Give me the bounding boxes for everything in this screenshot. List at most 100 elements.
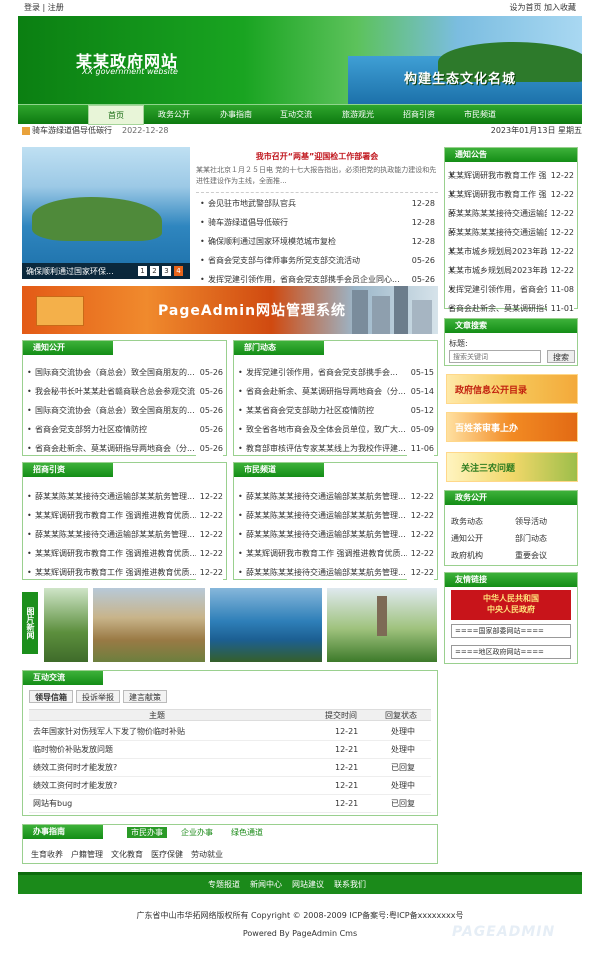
list-item[interactable]: 发挥党建引领作用，省商会党...11-08: [445, 280, 577, 299]
region-select[interactable]: ====地区政府网站====: [451, 645, 571, 659]
search-input[interactable]: [449, 350, 541, 363]
gov-link[interactable]: 领导活动: [515, 513, 547, 530]
tab-complaint[interactable]: 投诉举报: [76, 690, 120, 703]
ministry-select[interactable]: ====国家部委网站====: [451, 624, 571, 638]
list-item[interactable]: 教育部审核评估专家某某线上为我校作评建...11-06: [234, 439, 437, 458]
list-item[interactable]: 我会秘书长叶某某赴省赣商联合总会参观交流05-26: [23, 382, 226, 401]
service-item[interactable]: 户籍管理: [71, 850, 103, 859]
list-item[interactable]: 确保顺利通过国家环境模范城市复检12-28: [196, 232, 438, 251]
nav-item-gov-open[interactable]: 政务公开: [146, 105, 202, 125]
table-row[interactable]: 绩效工资何时才能发放? 12-21 已回复: [29, 759, 431, 777]
nav-item-home[interactable]: 首页: [88, 105, 144, 125]
service-item[interactable]: 生育收养: [31, 850, 63, 859]
list-item[interactable]: 国际商交流协会（商总会）致全国商朋友的...05-26: [23, 401, 226, 420]
login-link[interactable]: 登录: [24, 3, 40, 12]
panel-gov-affairs: 政务公开 政务动态 领导活动 通知公开 部门动态 政府机构 重要会议: [444, 490, 578, 566]
list-item[interactable]: 某某市城乡规划局2023年政府...12-22: [445, 261, 577, 280]
tab-green-channel[interactable]: 绿色通道: [231, 827, 263, 838]
table-row[interactable]: 去年国家针对伤残军人下发了物价临时补贴 12-21 处理中: [29, 723, 431, 741]
promo-banner[interactable]: 关注三农问题: [446, 452, 578, 482]
panel-friend-links: 友情链接 中华人民共和国 中央人民政府 ====国家部委网站==== ====地…: [444, 572, 578, 664]
slide-page-4[interactable]: 4: [174, 266, 183, 276]
footer-link[interactable]: 专题报道: [208, 880, 240, 889]
table-row[interactable]: 绩效工资何时才能发放? 12-21 处理中: [29, 777, 431, 795]
list-item[interactable]: 某某市城乡规划局2023年政府...12-22: [445, 242, 577, 261]
list-item[interactable]: 省商会党支部努力社区疫情防控05-26: [23, 420, 226, 439]
promo-banner[interactable]: 百姓茶审事上办: [446, 412, 578, 442]
photo-thumb[interactable]: [210, 588, 322, 662]
gov-link[interactable]: 重要会议: [515, 547, 547, 564]
table-row[interactable]: 临时物价补贴发放问题 12-21 处理中: [29, 741, 431, 759]
list-item[interactable]: 薛某某陈某某接待交通运输部某某航务管理...12-22: [234, 506, 437, 525]
list-item[interactable]: 省商会党支部与律师事务所党支部交流活动05-26: [196, 251, 438, 270]
list-item[interactable]: 某某辉调研我市教育工作 强调推进教育优质...12-22: [23, 506, 226, 525]
panel-title: 办事指南: [23, 825, 103, 839]
panel-title: 文章搜索: [445, 319, 577, 333]
nav-item-tourism[interactable]: 旅游观光: [330, 105, 386, 125]
tab-citizen-service[interactable]: 市民办事: [127, 827, 167, 838]
footer-link[interactable]: 联系我们: [334, 880, 366, 889]
separator: |: [42, 3, 46, 12]
list-item[interactable]: 某某省商会党支部助力社区疫情防控05-12: [234, 401, 437, 420]
nav-item-citizen[interactable]: 市民频道: [452, 105, 508, 125]
list-item[interactable]: 薛某某陈某某接待交通运输部某某航务管理...12-22: [234, 563, 437, 582]
photo-thumb[interactable]: [44, 588, 88, 662]
footer-link[interactable]: 网站建议: [292, 880, 324, 889]
gov-link[interactable]: 政务动态: [451, 513, 483, 530]
list-item[interactable]: 省商会赴新余、莫某调研指导...11-01: [445, 299, 577, 318]
tab-suggestion[interactable]: 建言献策: [123, 690, 167, 703]
photo-thumb[interactable]: [327, 588, 437, 662]
list-item[interactable]: 薛某某陈某某接待交通运输部某某航务管理...12-22: [23, 525, 226, 544]
headline-title[interactable]: 我市召开“两基”迎国检工作部署会: [196, 151, 438, 162]
list-item[interactable]: 某某辉调研我市教育工作 强...12-22: [445, 166, 577, 185]
panel-title: 通知公开: [23, 341, 113, 355]
set-home-link[interactable]: 设为首页: [509, 3, 541, 12]
col-status: 回复状态: [385, 711, 417, 720]
slide-page-2[interactable]: 2: [150, 266, 159, 276]
list-item[interactable]: 发挥党建引领作用，省商会党支部携手会...05-15: [234, 363, 437, 382]
nav-item-interaction[interactable]: 互动交流: [268, 105, 324, 125]
gov-link[interactable]: 政府机构: [451, 547, 483, 564]
list-item[interactable]: 某某辉调研我市教育工作 强调推进教育优质...12-22: [234, 544, 437, 563]
notice-icon: [22, 127, 30, 135]
tab-leader-mailbox[interactable]: 领导信箱: [29, 690, 73, 703]
photo-thumb[interactable]: [93, 588, 205, 662]
interaction-tabs: 领导信箱 投诉举报 建言献策: [29, 690, 170, 703]
service-item[interactable]: 劳动就业: [191, 850, 223, 859]
ad-banner[interactable]: PageAdmin网站管理系统: [22, 286, 438, 334]
tab-enterprise-service[interactable]: 企业办事: [181, 827, 213, 838]
list-item[interactable]: 骑车游绿道倡导低碳行12-28: [196, 213, 438, 232]
list-item[interactable]: 薛某某陈某某接待交通运输部某某航务管理...12-22: [234, 487, 437, 506]
favorite-link[interactable]: 加入收藏: [544, 3, 576, 12]
list-item[interactable]: 某某辉调研我市教育工作 强调推进教育优质...12-22: [23, 563, 226, 582]
gov-link[interactable]: 通知公开: [451, 530, 483, 547]
register-link[interactable]: 注册: [48, 3, 64, 12]
nav-item-guide[interactable]: 办事指南: [208, 105, 264, 125]
service-item[interactable]: 文化教育: [111, 850, 143, 859]
slide-page-1[interactable]: 1: [138, 266, 147, 276]
list-item[interactable]: 省商会赴新余、莫某调研指导两地商会（分...05-26: [23, 439, 226, 458]
promo-banner[interactable]: 政府信息公开目录: [446, 374, 578, 404]
list-item[interactable]: 某某辉调研我市教育工作 强...12-22: [445, 185, 577, 204]
notice-link[interactable]: 骑车游绿道倡导低碳行: [32, 124, 112, 138]
table-row[interactable]: 网站有bug 12-21 已回复: [29, 795, 431, 813]
list-item[interactable]: 薛某某陈某某接待交通运输部...12-22: [445, 223, 577, 242]
search-button[interactable]: 搜索: [547, 350, 575, 363]
list-item[interactable]: 省商会赴新余、莫某调研指导两地商会（分...05-14: [234, 382, 437, 401]
service-item[interactable]: 医疗保健: [151, 850, 183, 859]
central-gov-logo[interactable]: 中华人民共和国 中央人民政府: [451, 590, 571, 620]
list-item[interactable]: 薛某某陈某某接待交通运输部某某航务管理...12-22: [234, 525, 437, 544]
gov-link[interactable]: 部门动态: [515, 530, 547, 547]
list-item[interactable]: 国际商交流协会（商总会）致全国商朋友的...05-26: [23, 363, 226, 382]
list-item[interactable]: 薛某某陈某某接待交通运输部...12-22: [445, 204, 577, 223]
main-nav: 首页 政务公开 办事指南 互动交流 旅游观光 招商引资 市民频道: [18, 104, 582, 125]
panel-title: 部门动态: [234, 341, 324, 355]
list-item[interactable]: 薛某某陈某某接待交通运输部某某航务管理...12-22: [23, 487, 226, 506]
footer-link[interactable]: 新闻中心: [250, 880, 282, 889]
list-item[interactable]: 某某辉调研我市教育工作 强调推进教育优质...12-22: [23, 544, 226, 563]
list-item[interactable]: 致全省各地市商会及全体会员单位，致广大...05-09: [234, 420, 437, 439]
list-item[interactable]: 会见驻市地武警部队官兵12-28: [196, 194, 438, 213]
slide-page-3[interactable]: 3: [162, 266, 171, 276]
nav-item-investment[interactable]: 招商引资: [391, 105, 447, 125]
headline-photo[interactable]: 确保顺利通过国家环保... 1 2 3 4: [22, 147, 190, 279]
